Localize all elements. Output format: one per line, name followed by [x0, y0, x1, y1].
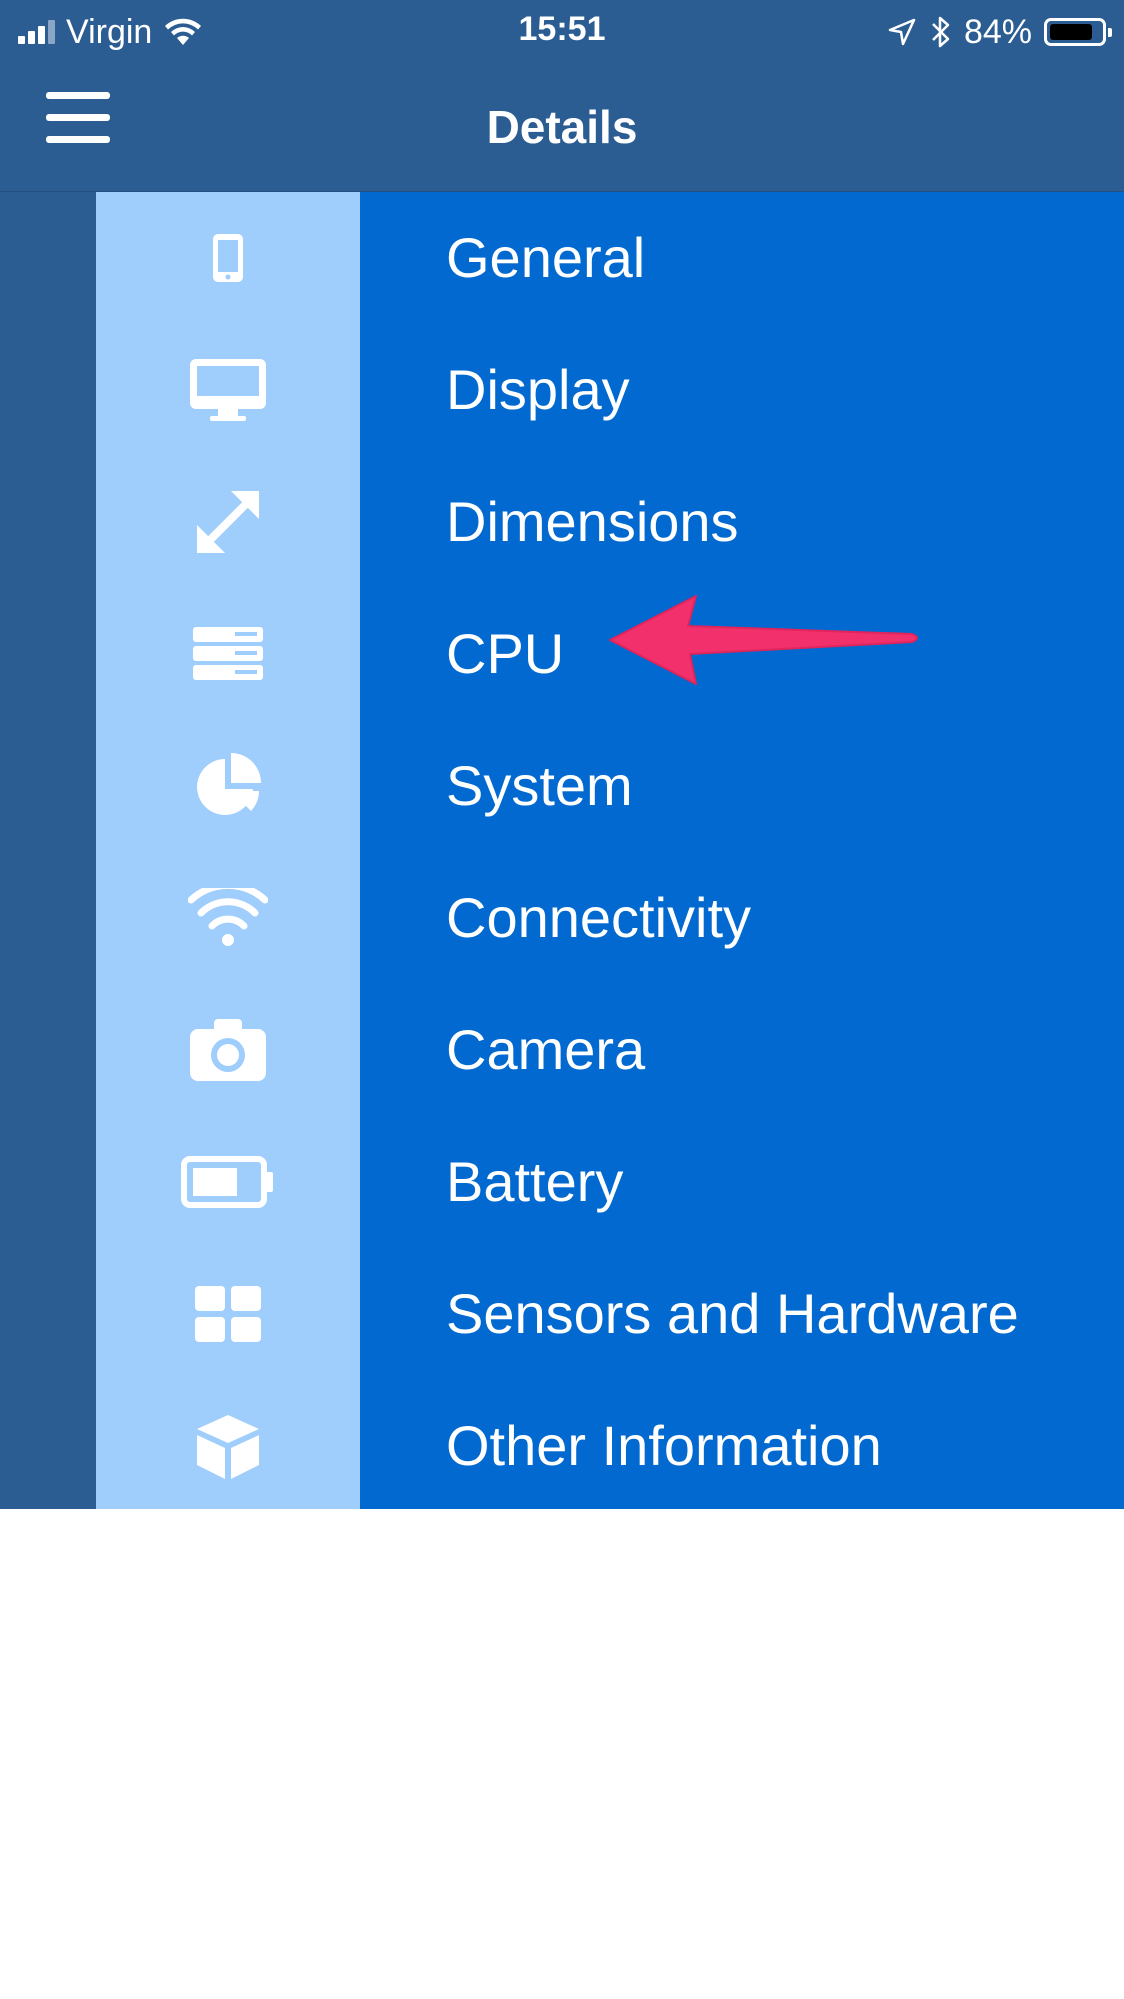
left-edge-strip — [0, 192, 96, 1509]
pie-chart-icon — [96, 720, 360, 852]
menu-item-label: System — [446, 754, 633, 817]
menu-item-label: Camera — [446, 1018, 646, 1081]
menu-item-cpu[interactable]: CPU — [96, 588, 1124, 720]
menu-item-dimensions[interactable]: Dimensions — [96, 456, 1124, 588]
monitor-icon — [96, 324, 360, 456]
menu-item-label: General — [446, 226, 646, 289]
top-bar: Virgin 15:51 84% Details — [0, 0, 1124, 192]
menu-item-label: CPU — [446, 622, 565, 685]
status-bar: Virgin 15:51 84% — [0, 0, 1124, 64]
grid-icon — [96, 1248, 360, 1380]
status-right: 84% — [888, 12, 1112, 52]
camera-icon — [96, 984, 360, 1116]
menu-item-general[interactable]: General — [96, 192, 1124, 324]
menu-item-label: Connectivity — [446, 886, 752, 949]
menu-item-label: Battery — [446, 1150, 624, 1213]
location-arrow-icon — [888, 18, 916, 46]
menu-item-label: Dimensions — [446, 490, 739, 553]
menu-item-other-information[interactable]: Other Information — [96, 1380, 1124, 1512]
phone-icon — [96, 192, 360, 324]
menu-item-connectivity[interactable]: Connectivity — [96, 852, 1124, 984]
wifi-icon — [96, 852, 360, 984]
menu-item-system[interactable]: System — [96, 720, 1124, 852]
battery-percent: 84% — [963, 12, 1032, 51]
menu-item-sensors-and-hardware[interactable]: Sensors and Hardware — [96, 1248, 1124, 1380]
menu-item-label: Sensors and Hardware — [446, 1282, 1019, 1345]
menu-item-camera[interactable]: Camera — [96, 984, 1124, 1116]
battery-icon — [96, 1116, 360, 1248]
server-icon — [96, 588, 360, 720]
cube-icon — [96, 1380, 360, 1512]
menu-item-label: Display — [446, 358, 630, 421]
menu-item-display[interactable]: Display — [96, 324, 1124, 456]
menu-item-battery[interactable]: Battery — [96, 1116, 1124, 1248]
menu-item-label: Other Information — [446, 1414, 882, 1477]
battery-icon — [1044, 18, 1112, 46]
expand-arrows-icon — [96, 456, 360, 588]
page-title: Details — [486, 101, 638, 153]
navigation-bar: Details — [0, 64, 1124, 192]
bluetooth-icon — [932, 16, 950, 48]
